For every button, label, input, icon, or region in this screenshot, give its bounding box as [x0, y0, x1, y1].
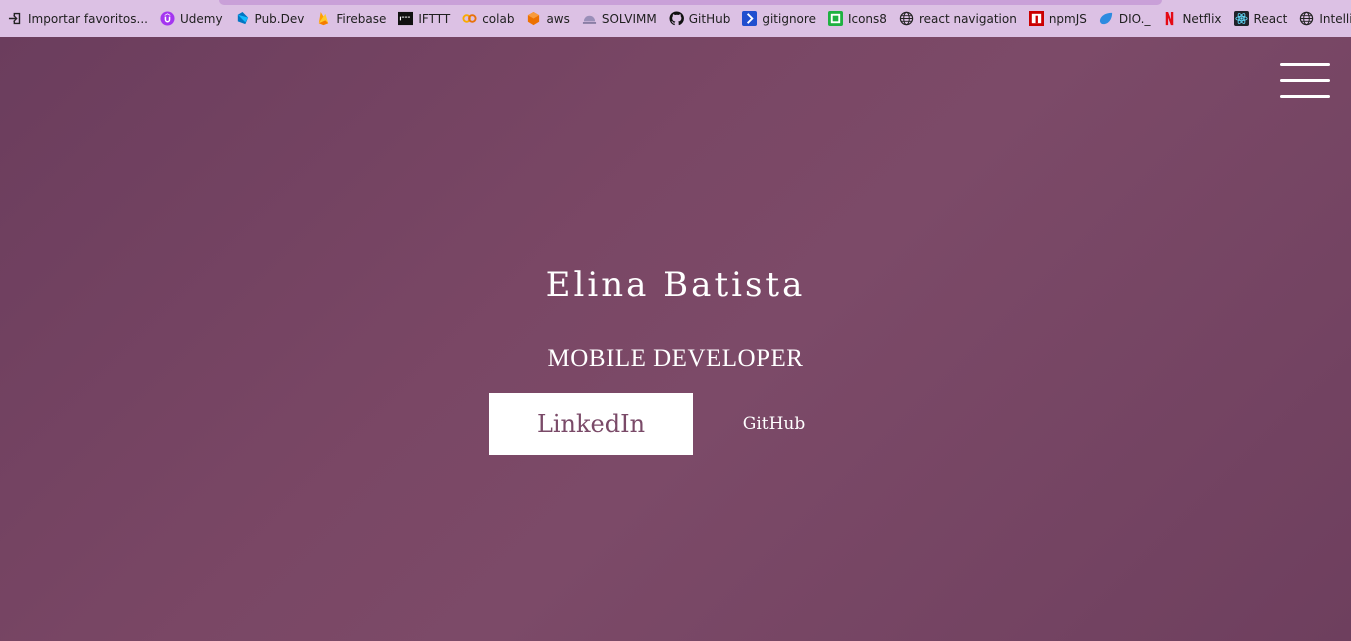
bookmark-label: SOLVIMM — [601, 11, 657, 26]
bookmark-intellij-atalhos[interactable]: IntelliJ atalhos — [1293, 7, 1351, 31]
tab-strip-accent — [219, 0, 1162, 5]
bookmark-label: IntelliJ atalhos — [1319, 11, 1351, 26]
page-title: Elina Batista — [545, 265, 806, 305]
subtitle-role: MOBILE DEVELOPER — [547, 345, 804, 372]
bookmark-ifttt[interactable]: IFTTT — [392, 7, 456, 31]
bookmark-colab[interactable]: colab — [456, 7, 520, 31]
linkedin-button[interactable]: LinkedIn — [489, 393, 693, 455]
bookmark-label: Importar favoritos... — [28, 11, 148, 26]
bookmark-react[interactable]: React — [1228, 7, 1294, 31]
ifttt-icon — [398, 11, 414, 26]
bookmark-react-navigation[interactable]: react navigation — [893, 7, 1023, 31]
dio-icon — [1099, 11, 1114, 26]
bookmark-solvimm[interactable]: SOLVIMM — [576, 7, 663, 31]
netflix-icon — [1162, 11, 1177, 26]
bookmark-label: colab — [482, 11, 515, 26]
hamburger-icon — [1280, 95, 1330, 98]
bookmark-label: DIO._ — [1118, 11, 1151, 26]
globe-icon — [899, 11, 914, 26]
hero-section: Elina Batista MOBILE DEVELOPER LinkedIn … — [0, 37, 1351, 641]
bookmark-udemy[interactable]: Udemy — [154, 7, 229, 31]
bookmark-label: react navigation — [918, 11, 1017, 26]
gitignore-icon — [742, 11, 758, 26]
bookmark-npmjs[interactable]: npmJS — [1023, 7, 1093, 31]
menu-button[interactable] — [1280, 63, 1330, 99]
colab-icon — [462, 11, 477, 26]
bookmark-label: npmJS — [1048, 11, 1087, 26]
bookmark-import[interactable]: Importar favoritos... — [2, 7, 154, 31]
bookmark-label: Netflix — [1182, 11, 1222, 26]
globe-icon — [1299, 11, 1314, 26]
bookmark-netflix[interactable]: Netflix — [1156, 7, 1227, 31]
solvimm-icon — [582, 11, 597, 26]
bookmark-github[interactable]: GitHub — [663, 7, 737, 31]
bookmark-label: gitignore — [762, 11, 816, 26]
udemy-icon — [160, 11, 175, 26]
bookmark-label: IFTTT — [418, 11, 451, 26]
icons8-icon — [827, 11, 843, 26]
react-icon — [1233, 11, 1249, 26]
bookmark-gitignore[interactable]: gitignore — [736, 7, 822, 31]
import-icon — [8, 11, 23, 26]
bookmark-firebase[interactable]: Firebase — [310, 7, 392, 31]
github-link[interactable]: GitHub — [725, 393, 823, 455]
bookmark-label: React — [1253, 11, 1288, 26]
bookmark-label: Firebase — [336, 11, 387, 26]
firebase-icon — [316, 11, 331, 26]
bookmark-label: aws — [546, 11, 570, 26]
bookmark-dio[interactable]: DIO._ — [1093, 7, 1157, 31]
bookmark-label: Pub.Dev — [254, 11, 305, 26]
dart-icon — [235, 11, 250, 26]
npm-icon — [1028, 11, 1044, 26]
bookmark-aws[interactable]: aws — [520, 7, 575, 31]
bookmarks-bar: Importar favoritos... Udemy Pub.Dev Fire… — [0, 0, 1351, 37]
bookmark-label: GitHub — [688, 11, 731, 26]
aws-icon — [526, 11, 541, 26]
bookmark-icons8[interactable]: Icons8 — [822, 7, 893, 31]
hamburger-icon — [1280, 63, 1330, 66]
github-icon — [669, 11, 684, 26]
bookmark-pubdev[interactable]: Pub.Dev — [229, 7, 311, 31]
bookmark-label: Icons8 — [847, 11, 887, 26]
bookmark-label: Udemy — [179, 11, 223, 26]
hamburger-icon — [1280, 79, 1330, 82]
